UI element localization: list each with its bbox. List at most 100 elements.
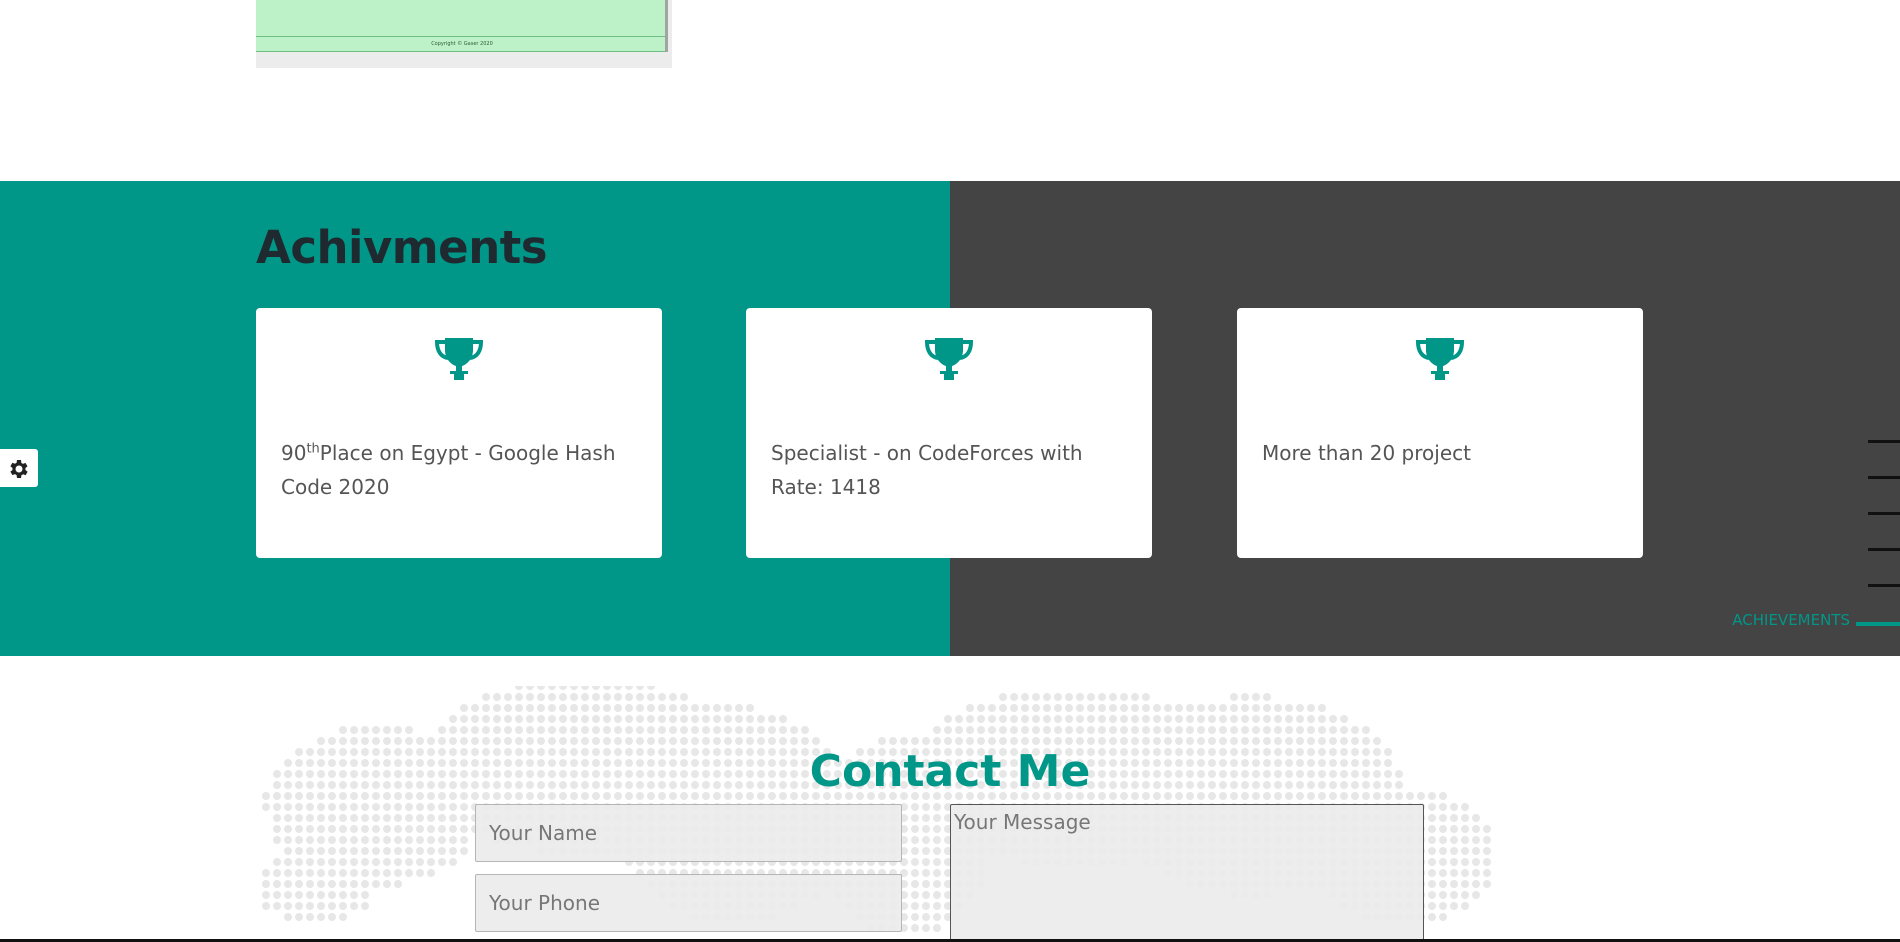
- map-dot: [1021, 693, 1029, 701]
- map-dot: [933, 880, 941, 888]
- map-dot: [1098, 726, 1106, 734]
- map-dot: [350, 814, 358, 822]
- map-dot: [339, 902, 347, 910]
- map-dot: [977, 715, 985, 723]
- map-dot: [559, 693, 567, 701]
- map-dot: [735, 737, 743, 745]
- side-nav-bullet[interactable]: [1868, 548, 1900, 551]
- map-dot: [482, 704, 490, 712]
- map-dot: [1021, 715, 1029, 723]
- map-dot: [471, 726, 479, 734]
- map-dot: [1461, 836, 1469, 844]
- map-dot: [1461, 902, 1469, 910]
- map-dot: [1362, 737, 1370, 745]
- map-dot: [328, 902, 336, 910]
- map-dot: [1065, 737, 1073, 745]
- map-dot: [592, 726, 600, 734]
- map-dot: [1076, 704, 1084, 712]
- map-dot: [1010, 737, 1018, 745]
- map-dot: [383, 869, 391, 877]
- map-dot: [383, 836, 391, 844]
- map-dot: [1461, 825, 1469, 833]
- map-dot: [1472, 814, 1480, 822]
- map-dot: [1450, 880, 1458, 888]
- phone-field[interactable]: Your Phone: [475, 874, 902, 932]
- map-dot: [625, 726, 633, 734]
- map-dot: [999, 726, 1007, 734]
- map-dot: [1439, 869, 1447, 877]
- map-dot: [317, 836, 325, 844]
- map-dot: [361, 726, 369, 734]
- map-dot: [581, 686, 589, 690]
- side-nav-bullet[interactable]: [1868, 512, 1900, 515]
- map-dot: [1032, 704, 1040, 712]
- map-dot: [295, 869, 303, 877]
- map-dot: [284, 902, 292, 910]
- side-nav-bullet[interactable]: [1868, 584, 1900, 587]
- message-field[interactable]: Your Message: [950, 804, 1424, 942]
- map-dot: [680, 693, 688, 701]
- map-dot: [1450, 902, 1458, 910]
- map-dot: [394, 847, 402, 855]
- map-dot: [911, 902, 919, 910]
- map-dot: [1120, 693, 1128, 701]
- map-dot: [779, 737, 787, 745]
- map-dot: [1065, 704, 1073, 712]
- map-dot: [1153, 726, 1161, 734]
- map-dot: [350, 726, 358, 734]
- map-dot: [350, 880, 358, 888]
- map-dot: [394, 858, 402, 866]
- settings-toggle-button[interactable]: [0, 449, 38, 487]
- map-dot: [933, 803, 941, 811]
- map-dot: [944, 715, 952, 723]
- map-dot: [911, 913, 919, 921]
- map-dot: [372, 726, 380, 734]
- map-dot: [1318, 704, 1326, 712]
- map-dot: [570, 715, 578, 723]
- map-dot: [1197, 704, 1205, 712]
- map-dot: [394, 726, 402, 734]
- side-nav-active-label[interactable]: ACHIEVEMENTS: [1732, 611, 1850, 629]
- map-dot: [1274, 737, 1282, 745]
- map-dot: [1164, 704, 1172, 712]
- preview-footer-divider: [256, 36, 668, 37]
- map-dot: [746, 726, 754, 734]
- map-dot: [592, 737, 600, 745]
- map-dot: [482, 693, 490, 701]
- map-dot: [581, 715, 589, 723]
- map-dot: [1032, 726, 1040, 734]
- map-dot: [427, 737, 435, 745]
- map-dot: [691, 704, 699, 712]
- map-dot: [1428, 825, 1436, 833]
- project-preview: Copyright © Gaser 2020: [256, 0, 672, 68]
- achievement-card: 90thPlace on Egypt - Google Hash Code 20…: [256, 308, 662, 558]
- map-dot: [1021, 737, 1029, 745]
- map-dot: [680, 704, 688, 712]
- name-field[interactable]: Your Name: [475, 804, 902, 862]
- map-dot: [394, 737, 402, 745]
- map-dot: [317, 869, 325, 877]
- map-dot: [669, 737, 677, 745]
- achievement-rank-suffix: th: [306, 441, 320, 457]
- side-nav-active-indicator[interactable]: [1856, 622, 1900, 626]
- map-dot: [1318, 715, 1326, 723]
- map-dot: [1230, 704, 1238, 712]
- map-dot: [1087, 704, 1095, 712]
- map-dot: [1043, 704, 1051, 712]
- side-nav-bullet[interactable]: [1868, 476, 1900, 479]
- map-dot: [1098, 693, 1106, 701]
- map-dot: [911, 924, 919, 932]
- map-dot: [482, 737, 490, 745]
- map-dot: [449, 726, 457, 734]
- map-dot: [284, 869, 292, 877]
- map-dot: [405, 803, 413, 811]
- map-dot: [1175, 737, 1183, 745]
- map-dot: [284, 913, 292, 921]
- map-dot: [1241, 726, 1249, 734]
- map-dot: [1318, 726, 1326, 734]
- map-dot: [790, 737, 798, 745]
- map-dot: [405, 869, 413, 877]
- map-dot: [1274, 715, 1282, 723]
- side-nav-bullet[interactable]: [1868, 440, 1900, 443]
- map-dot: [812, 737, 820, 745]
